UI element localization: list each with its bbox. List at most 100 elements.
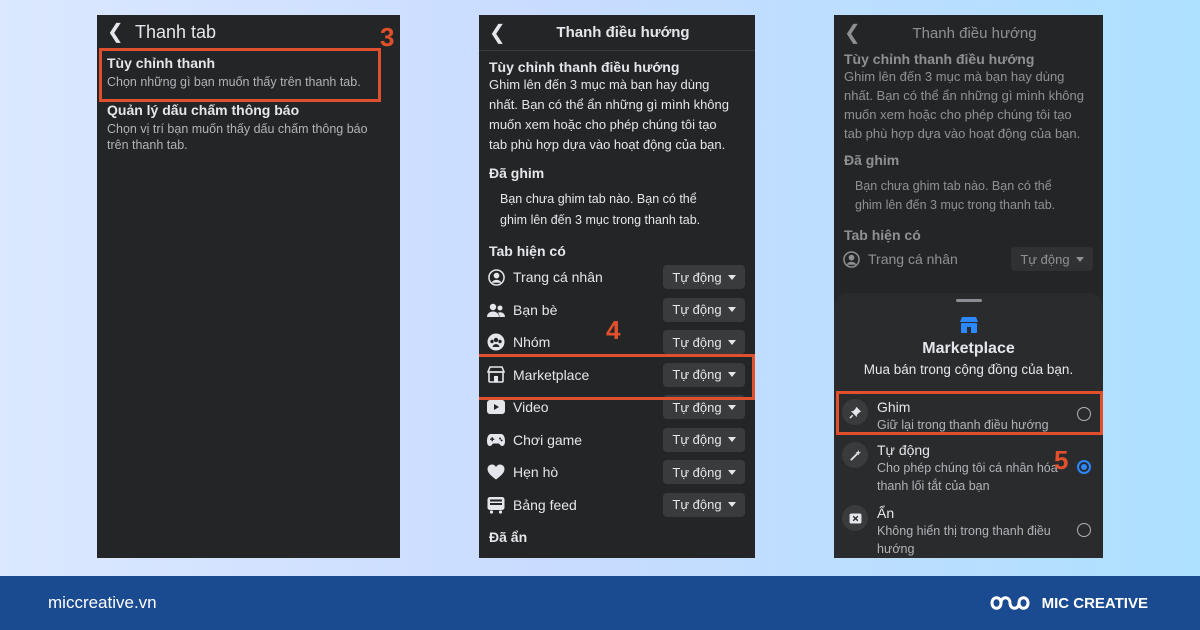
notification-dot-desc-line2: trên thanh tab. (107, 138, 188, 152)
pinned-text-1: Bạn chưa ghim tab nào. Bạn có thể (500, 192, 697, 206)
page-title: Thanh điều hướng (912, 24, 1037, 42)
tab-row-gaming: Chơi game Tự động (479, 424, 755, 457)
auto-dropdown[interactable]: Tự động (663, 265, 745, 290)
auto-dropdown[interactable]: Tự động (1011, 247, 1093, 272)
dropdown-value: Tự động (672, 302, 722, 318)
highlight-box-marketplace (479, 354, 755, 400)
intro-line-1: Ghim lên đến 3 mục mà bạn hay dùng (489, 77, 710, 92)
magic-wand-icon (842, 442, 868, 468)
notification-dot-item[interactable]: Quản lý dấu chấm thông báo Chọn vị trí b… (97, 102, 400, 153)
back-arrow-icon[interactable]: ❮ (107, 22, 135, 42)
dropdown-value: Tự động (1020, 251, 1070, 267)
dropdown-value: Tự động (672, 334, 722, 350)
brand-name: MIC CREATIVE (1041, 594, 1148, 612)
footer-bar: miccreative.vn MIC CREATIVE (0, 576, 1200, 630)
marketplace-icon (834, 316, 1103, 334)
step-number-5: 5 (1054, 445, 1069, 475)
tab-label: Bạn bè (513, 301, 558, 318)
intro-line-4: tab phù hợp dựa vào hoạt động của bạn. (844, 126, 1081, 141)
auto-dropdown[interactable]: Tự động (663, 330, 745, 355)
caret-down-icon (727, 274, 736, 280)
profile-icon (487, 268, 505, 286)
caret-down-icon (727, 339, 736, 345)
sheet-title: Marketplace (922, 340, 1015, 357)
caret-down-icon (727, 502, 736, 508)
available-tabs-title: Tab hiện có (489, 243, 566, 259)
sheet-grab-handle[interactable] (955, 299, 982, 302)
pinned-text-2: ghim lên đến 3 mục trong thanh tab. (500, 213, 701, 227)
dropdown-value: Tự động (672, 464, 722, 480)
tab-row-profile: Trang cá nhân Tự động (479, 261, 755, 294)
highlight-box-pin (836, 391, 1103, 435)
section-title: Tùy chỉnh thanh điều hướng (489, 59, 680, 75)
groups-icon (487, 333, 505, 351)
tab-label: Nhóm (513, 334, 551, 351)
screen-marketplace-options: ❮ Thanh điều hướng Tùy chỉnh thanh điều … (834, 15, 1103, 558)
intro-line-1: Ghim lên đến 3 mục mà bạn hay dùng (844, 69, 1065, 84)
option-hide[interactable]: Ẩn Không hiển thị trong thanh điều hướng (834, 505, 1103, 558)
caret-down-icon (727, 404, 736, 410)
radio-hide[interactable] (1077, 523, 1091, 537)
pinned-text-2: ghim lên đến 3 mục trong thanh tab. (855, 198, 1056, 212)
notification-dot-title: Quản lý dấu chấm thông báo (107, 102, 300, 118)
dropdown-value: Tự động (672, 269, 722, 285)
intro-line-2: nhất. Bạn có thể ẩn những gì mình không (844, 88, 1084, 103)
pinned-title: Đã ghim (844, 152, 900, 168)
option-title: Ẩn (877, 505, 895, 521)
header: ❮ Thanh điều hướng (479, 15, 755, 51)
dropdown-value: Tự động (672, 432, 722, 448)
tab-row-dating: Hẹn hò Tự động (479, 456, 755, 489)
caret-down-icon (1075, 256, 1084, 262)
caret-down-icon (727, 437, 736, 443)
step-number-4: 4 (606, 315, 621, 345)
step-number-3: 3 (380, 22, 395, 52)
tab-label: Trang cá nhân (513, 269, 603, 286)
background-content: ❮ Thanh điều hướng Tùy chỉnh thanh điều … (834, 15, 1103, 276)
option-title: Tự động (877, 442, 930, 458)
back-arrow-icon[interactable]: ❮ (489, 23, 517, 43)
auto-dropdown[interactable]: Tự động (663, 460, 745, 485)
caret-down-icon (727, 469, 736, 475)
dropdown-value: Tự động (672, 497, 722, 513)
back-arrow-icon[interactable]: ❮ (844, 23, 872, 43)
intro-line-3: muốn xem hoặc cho phép chúng tôi tạo (844, 107, 1072, 122)
highlight-box-customize (99, 48, 381, 102)
tab-label: Trang cá nhân (868, 251, 958, 268)
intro-line-3: muốn xem hoặc cho phép chúng tôi tạo (489, 117, 717, 132)
screen-navigation-bar: ❮ Thanh điều hướng Tùy chỉnh thanh điều … (479, 15, 755, 558)
option-desc-line1: Cho phép chúng tôi cá nhân hóa (877, 461, 1058, 475)
screen-tab-bar-settings: ❮ Thanh tab Tùy chỉnh thanh Chọn những g… (97, 15, 400, 558)
page-title: Thanh tab (135, 21, 217, 42)
header: ❮ Thanh điều hướng (834, 15, 1103, 51)
dropdown-value: Tự động (672, 399, 722, 415)
auto-dropdown[interactable]: Tự động (663, 492, 745, 517)
section-title: Tùy chỉnh thanh điều hướng (844, 51, 1035, 67)
profile-icon (842, 250, 860, 268)
tab-row-profile: Trang cá nhân Tự động (834, 243, 1103, 276)
intro-line-4: tab phù hợp dựa vào hoạt động của bạn. (489, 137, 726, 152)
option-desc-line2: thanh lối tắt của bạn (877, 479, 990, 493)
feed-icon (487, 496, 505, 514)
caret-down-icon (727, 307, 736, 313)
tab-label: Chơi game (513, 431, 583, 448)
available-tabs-title: Tab hiện có (844, 227, 921, 243)
auto-dropdown[interactable]: Tự động (663, 427, 745, 452)
pinned-title: Đã ghim (489, 165, 545, 181)
video-icon (487, 398, 505, 416)
header: ❮ Thanh tab (97, 15, 400, 49)
tab-row-feed: Bảng feed Tự động (479, 489, 755, 522)
heart-icon (487, 463, 505, 481)
gaming-icon (487, 431, 505, 449)
page-title: Thanh điều hướng (556, 24, 690, 41)
infinity-logo-icon (990, 596, 1030, 610)
hidden-tabs-title: Đã ẩn (489, 529, 528, 545)
brand-logo: MIC CREATIVE (988, 590, 1148, 616)
website-link[interactable]: miccreative.vn (48, 593, 157, 613)
auto-dropdown[interactable]: Tự động (663, 297, 745, 322)
option-desc-line1: Không hiển thị trong thanh điều (877, 524, 1051, 538)
option-desc-line2: hướng (877, 542, 915, 556)
pinned-text-1: Bạn chưa ghim tab nào. Bạn có thể (855, 179, 1052, 193)
radio-auto-selected[interactable] (1077, 460, 1091, 474)
notification-dot-desc-line1: Chọn vị trí bạn muốn thấy dấu chấm thông… (107, 122, 368, 136)
sheet-subtitle: Mua bán trong cộng đồng của bạn. (863, 362, 1074, 377)
